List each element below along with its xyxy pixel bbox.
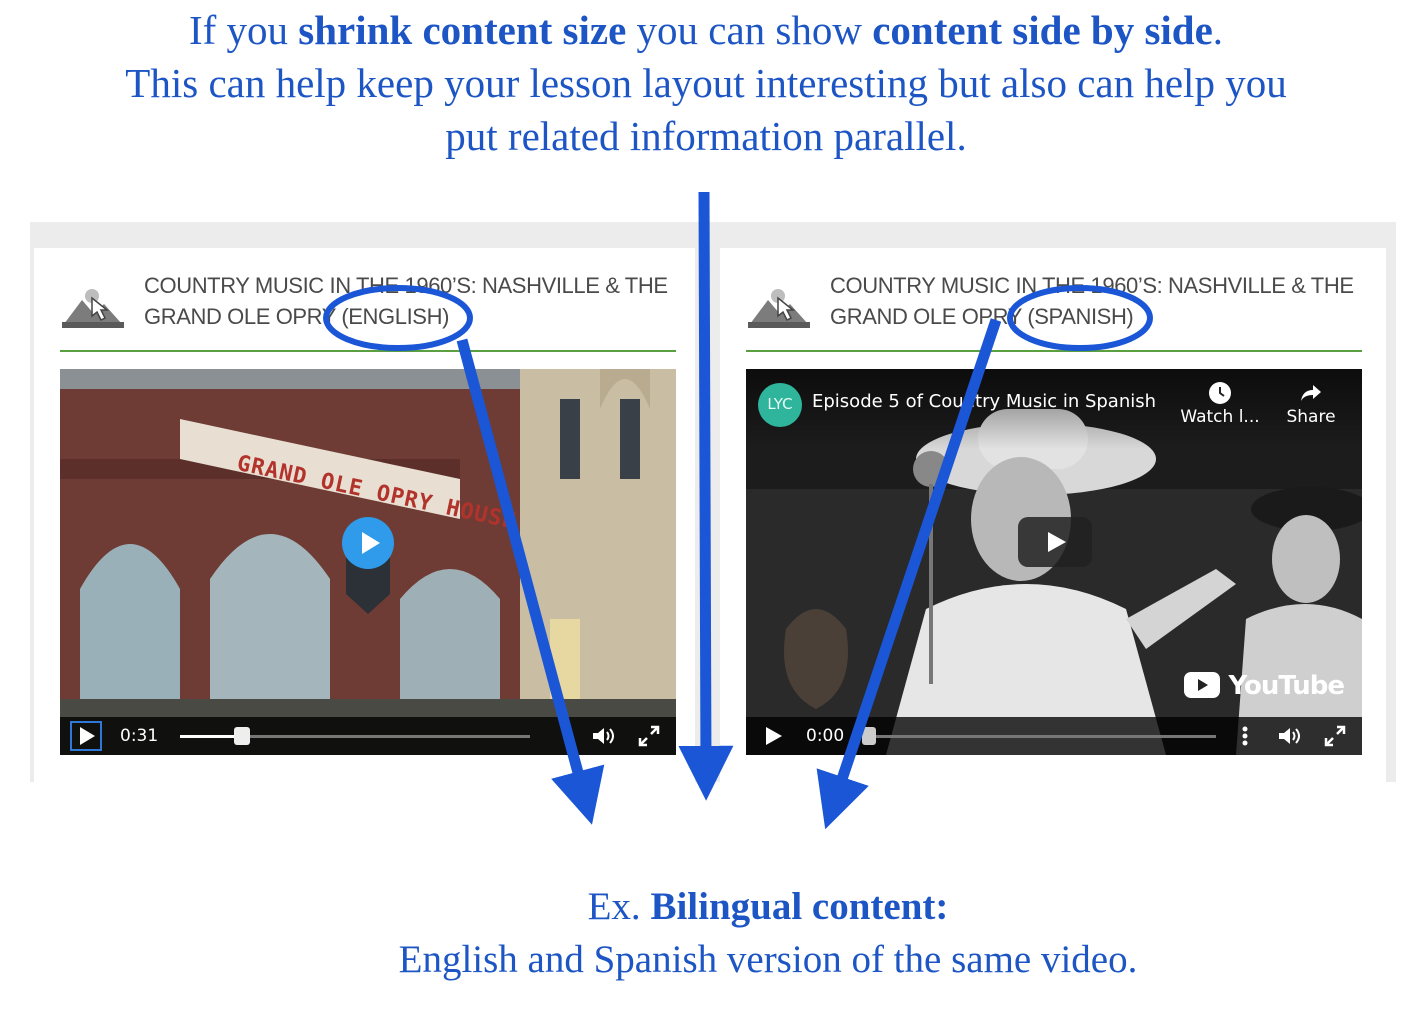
caption-text: If you [188,7,299,53]
watch-later-button[interactable]: Watch l... [1178,381,1262,427]
card-title-line: COUNTRY MUSIC IN THE 1960’S: NASHVILLE &… [144,273,668,298]
card-header: COUNTRY MUSIC IN THE 1960’S: NASHVILLE &… [746,268,1366,332]
top-caption-line-2: This can help keep your lesson layout in… [125,60,1287,106]
caption-bold: content side by side [872,7,1213,53]
caption-bold: Bilingual content: [650,885,949,928]
share-icon [1301,385,1321,401]
title-divider [60,350,676,352]
title-divider [746,350,1362,352]
card-title-line: COUNTRY MUSIC IN THE 1960’S: NASHVILLE &… [830,273,1354,298]
play-button-icon[interactable] [342,517,394,569]
card-title-line: GRAND OLE OPRY (ENGLISH) [144,304,449,329]
top-caption-line-1: If you shrink content size you can show … [0,4,1412,57]
progress-track[interactable] [862,735,1216,738]
share-label: Share [1286,407,1336,427]
video-card-english: COUNTRY MUSIC IN THE 1960’S: NASHVILLE &… [34,248,695,782]
volume-icon[interactable] [590,723,616,749]
video-player-english[interactable]: GRAND OLE OPRY HOUSE 0:31 [60,369,676,755]
top-caption-line-3: put related information parallel. [445,113,967,159]
video-player-spanish[interactable]: LYC Episode 5 of Country Music in Spanis… [746,369,1362,755]
card-title[interactable]: COUNTRY MUSIC IN THE 1960’S: NASHVILLE &… [144,270,684,332]
lesson-thumbnail-icon [748,284,810,328]
play-icon[interactable] [760,723,786,749]
progress-handle[interactable] [862,727,876,745]
progress-handle[interactable] [234,727,250,745]
bottom-caption-line-2: English and Spanish version of the same … [398,938,1138,981]
caption-text: you can show [626,7,873,53]
youtube-logo[interactable]: YouTube [1184,671,1345,701]
video-title[interactable]: Episode 5 of Country Music in Spanish [812,391,1156,412]
volume-icon[interactable] [1276,723,1302,749]
watch-later-label: Watch l... [1180,407,1260,427]
card-title-line: GRAND OLE OPRY (SPANISH) [830,304,1134,329]
card-title[interactable]: COUNTRY MUSIC IN THE 1960’S: NASHVILLE &… [830,270,1370,332]
elapsed-time: 0:31 [120,726,159,746]
video-card-spanish: COUNTRY MUSIC IN THE 1960’S: NASHVILLE &… [720,248,1386,782]
fullscreen-icon[interactable] [636,723,662,749]
play-icon[interactable] [70,721,102,751]
youtube-logo-text: YouTube [1228,671,1345,701]
channel-badge-text: LYC [767,395,793,413]
elapsed-time: 0:00 [806,726,845,746]
caption-text: . [1212,7,1224,53]
lesson-thumbnail-icon [62,284,124,328]
video-controls: 0:31 [60,717,676,755]
video-controls: 0:00 [746,717,1362,755]
caption-text: Ex. [587,885,651,928]
fullscreen-icon[interactable] [1322,723,1348,749]
progress-fill [180,735,240,738]
youtube-play-button-icon[interactable] [1018,517,1092,567]
share-button[interactable]: Share [1278,381,1344,427]
more-options-icon[interactable] [1232,723,1258,749]
card-header: COUNTRY MUSIC IN THE 1960’S: NASHVILLE &… [60,268,680,332]
bottom-caption: Ex. Bilingual content: English and Spani… [62,880,1412,986]
bottom-caption-line-1: Ex. Bilingual content: [62,880,1412,933]
clock-icon [1209,382,1231,404]
youtube-logo-icon [1184,672,1221,698]
top-caption: If you shrink content size you can show … [0,4,1412,163]
caption-bold: shrink content size [298,7,627,53]
